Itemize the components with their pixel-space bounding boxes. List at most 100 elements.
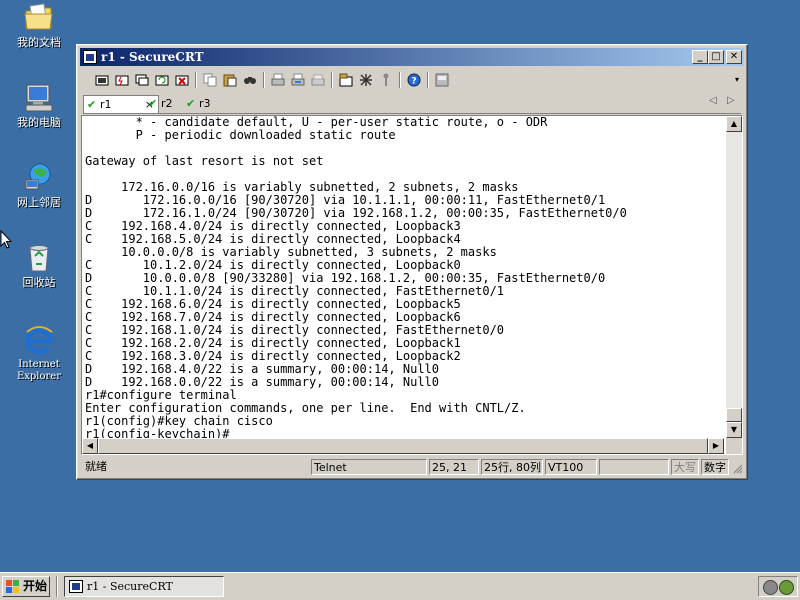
desktop-icon-label: 我的电脑 (17, 116, 61, 129)
tab-label: r3 (199, 97, 211, 110)
terminal-line: r1(config-keychain)# (85, 427, 230, 439)
vertical-scroll-thumb[interactable] (726, 408, 742, 422)
window-title: r1 - SecureCRT (101, 50, 204, 64)
title-bar[interactable]: r1 - SecureCRT _ □ ✕ (80, 48, 744, 66)
scroll-down-arrow-icon[interactable]: ▼ (726, 422, 742, 438)
quick-connect-button[interactable] (113, 71, 131, 89)
connect-in-tab-icon (135, 74, 149, 86)
recycle-bin-icon (23, 242, 55, 274)
scroll-right-arrow-icon[interactable]: ▶ (708, 438, 724, 454)
tray-shield-icon[interactable] (763, 580, 778, 595)
toolbar: ? ▾ (83, 69, 741, 91)
system-tray (758, 576, 798, 597)
windows-flag-icon (6, 580, 19, 593)
taskbar-button-securecrt[interactable]: r1 - SecureCRT (64, 576, 224, 597)
print-selection-icon (311, 74, 325, 86)
connected-check-icon: ✔ (148, 97, 158, 110)
scroll-left-arrow-icon[interactable]: ◀ (82, 438, 98, 454)
scrollbar-corner (726, 438, 742, 454)
find-button[interactable] (241, 71, 259, 89)
status-cursor-position: 25, 21 (429, 459, 479, 475)
securecrt-app-icon[interactable] (83, 50, 97, 64)
global-options-icon (360, 74, 372, 86)
desktop-icon-label: 我的文档 (17, 36, 61, 49)
paste-icon (223, 74, 237, 87)
start-label: 开始 (23, 579, 48, 593)
my-computer-icon (23, 82, 55, 114)
disconnect-button[interactable] (173, 71, 191, 89)
connect-in-tab-button[interactable] (133, 71, 151, 89)
status-dimensions: 25行, 80列 (481, 459, 543, 475)
print-icon (271, 73, 285, 86)
scroll-up-arrow-icon[interactable]: ▲ (726, 116, 742, 132)
desktop-icon-label: Internet Explorer (16, 359, 62, 382)
reconnect-button[interactable] (153, 71, 171, 89)
network-places-icon (23, 162, 55, 194)
status-bar: 就绪 Telnet 25, 21 25行, 80列 VT100 大写 数字 (81, 458, 743, 476)
keymap-button[interactable] (377, 71, 395, 89)
tray-network-icon[interactable] (779, 580, 794, 595)
taskbar-button-label: r1 - SecureCRT (87, 580, 173, 593)
status-caps-lock: 大写 (671, 459, 699, 475)
tab-r3[interactable]: ✔ r3 (183, 95, 233, 112)
desktop-icon-my-computer[interactable]: 我的电脑 (6, 82, 72, 129)
disconnect-icon (175, 75, 189, 86)
tab-label: r1 (100, 98, 112, 111)
close-button[interactable]: ✕ (726, 50, 742, 64)
status-ready: 就绪 (85, 460, 107, 473)
session-options-icon (339, 73, 353, 87)
desktop-icon-label: 网上邻居 (17, 196, 61, 209)
help-icon: ? (407, 73, 421, 87)
connect-icon (95, 75, 109, 86)
quick-connect-icon (115, 75, 129, 86)
maximize-button[interactable]: □ (708, 50, 724, 64)
horizontal-scrollbar[interactable]: ◀ ▶ (82, 438, 724, 454)
vertical-scrollbar[interactable]: ▲ ▼ (726, 116, 742, 438)
internet-explorer-icon (23, 324, 55, 356)
copy-button[interactable] (201, 71, 219, 89)
find-icon (244, 77, 256, 84)
tab-scroll-left-icon[interactable]: ◁ (709, 95, 717, 106)
desktop-icon-network-places[interactable]: 网上邻居 (6, 162, 72, 209)
terminal-output[interactable]: * - candidate default, U - per-user stat… (82, 116, 724, 438)
connect-button[interactable] (93, 71, 111, 89)
global-options-button[interactable] (357, 71, 375, 89)
svg-text:?: ? (411, 77, 416, 87)
tab-label: r2 (161, 97, 173, 110)
securecrt-app-icon (69, 580, 83, 593)
session-tabs: ✔ r1 × ✔ r2 ✔ r3 ◁ ▷ (83, 93, 741, 114)
session-options-button[interactable] (337, 71, 355, 89)
status-empty-pane (599, 459, 669, 475)
paste-button[interactable] (221, 71, 239, 89)
resize-grip-icon[interactable] (731, 462, 743, 474)
desktop-icon-recycle-bin[interactable]: 回收站 (6, 242, 72, 289)
connected-check-icon: ✔ (186, 97, 196, 110)
keymap-icon (383, 73, 389, 86)
status-protocol: Telnet (311, 459, 427, 475)
tab-scroll-right-icon[interactable]: ▷ (727, 95, 735, 106)
my-documents-icon (23, 2, 55, 34)
start-button[interactable]: 开始 (2, 576, 50, 597)
mouse-cursor-icon (0, 230, 12, 249)
terminal-line: P - periodic downloaded static route (85, 128, 396, 142)
print-setup-icon (291, 73, 305, 86)
sftp-button[interactable] (433, 71, 451, 89)
securecrt-window: r1 - SecureCRT _ □ ✕ ? ▾ ✔ r1 × ✔ r2 ✔ r… (76, 44, 748, 480)
minimize-button[interactable]: _ (692, 50, 708, 64)
taskbar: 开始 r1 - SecureCRT (0, 572, 800, 600)
connected-check-icon: ✔ (87, 98, 97, 111)
desktop-icon-my-documents[interactable]: 我的文档 (6, 2, 72, 49)
sftp-icon (435, 73, 449, 87)
status-emulation: VT100 (545, 459, 597, 475)
help-button[interactable]: ? (405, 71, 423, 89)
toolbar-overflow-icon[interactable]: ▾ (735, 75, 739, 84)
desktop-icon-internet-explorer[interactable]: Internet Explorer (6, 324, 72, 383)
terminal-line: Gateway of last resort is not set (85, 154, 324, 168)
terminal-area[interactable]: * - candidate default, U - per-user stat… (81, 115, 743, 455)
print-selection-button[interactable] (309, 71, 327, 89)
desktop-icon-label: 回收站 (22, 276, 56, 289)
horizontal-scroll-thumb[interactable] (98, 438, 708, 454)
print-setup-button[interactable] (289, 71, 307, 89)
status-num-lock: 数字 (701, 459, 729, 475)
print-button[interactable] (269, 71, 287, 89)
